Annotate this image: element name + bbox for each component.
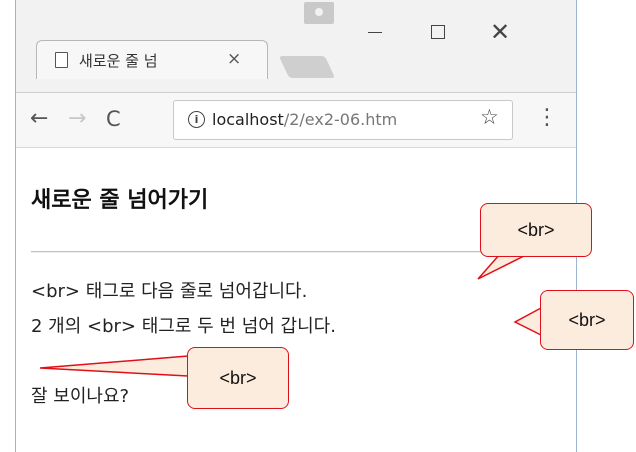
tab-title: 새로운 줄 넘 [79, 52, 158, 70]
bookmark-star-icon[interactable]: ☆ [480, 105, 499, 129]
url-host: localhost [212, 110, 284, 129]
close-icon: ✕ [489, 18, 511, 46]
url-text[interactable]: localhost/2/ex2-06.htm [212, 110, 397, 129]
forward-button[interactable]: → [68, 105, 86, 133]
reload-button[interactable]: C [106, 105, 121, 133]
toolbar: ← → C i localhost/2/ex2-06.htm ☆ ⋮ [16, 92, 576, 148]
profile-icon[interactable] [304, 2, 334, 24]
new-tab-button[interactable] [278, 56, 336, 78]
minimize-button[interactable] [360, 18, 388, 46]
text-line-2: 2 개의 <br> 태그로 두 번 넘어 갑니다. [31, 316, 336, 337]
page-heading: 새로운 줄 넘어가기 [31, 188, 209, 213]
address-bar[interactable]: i localhost/2/ex2-06.htm ☆ [173, 100, 513, 140]
window-close-button[interactable]: ✕ [486, 18, 514, 46]
text-line-3: 잘 보이나요? [31, 386, 130, 407]
tab-active[interactable]: 새로운 줄 넘 × [36, 40, 268, 79]
maximize-icon [431, 25, 445, 39]
info-icon[interactable]: i [188, 111, 205, 128]
back-button[interactable]: ← [30, 105, 48, 133]
page-viewport: 새로운 줄 넘어가기 <br> 태그로 다음 줄로 넘어갑니다. 2 개의 <b… [16, 147, 576, 452]
text-line-1: <br> 태그로 다음 줄로 넘어갑니다. [31, 281, 308, 302]
callout-second-br: <br> [540, 290, 634, 350]
tab-close-button[interactable]: × [227, 49, 241, 69]
title-bar: ✕ 새로운 줄 넘 × [16, 0, 576, 92]
menu-icon[interactable]: ⋮ [536, 107, 558, 129]
minimize-icon [368, 32, 382, 33]
callout-third-br: <br> [187, 347, 289, 409]
callout-first-br: <br> [480, 203, 592, 257]
url-path: /2/ex2-06.htm [283, 110, 398, 129]
document-icon [55, 52, 68, 68]
maximize-button[interactable] [424, 18, 452, 46]
